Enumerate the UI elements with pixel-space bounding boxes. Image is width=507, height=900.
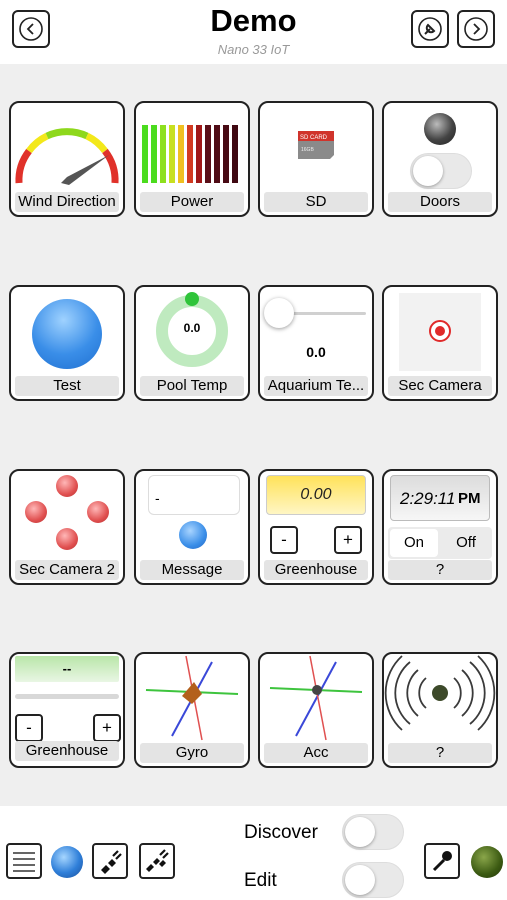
on-off-segment: On Off bbox=[388, 527, 492, 559]
tile-label: Sec Camera 2 bbox=[15, 560, 119, 580]
status-led-icon bbox=[471, 846, 503, 878]
tile-sec-camera-2[interactable]: Sec Camera 2 bbox=[9, 469, 125, 585]
header-bar: Demo Nano 33 IoT bbox=[0, 0, 507, 64]
aquarium-value: 0.0 bbox=[306, 344, 326, 360]
clock-ampm: PM bbox=[458, 490, 481, 507]
tile-doors[interactable]: Doors bbox=[382, 101, 498, 217]
tile-label: Pool Temp bbox=[140, 376, 244, 396]
dpad-up-button[interactable] bbox=[56, 475, 78, 497]
on-segment[interactable]: On bbox=[390, 529, 438, 557]
tile-label: SD bbox=[264, 192, 368, 212]
range-track[interactable] bbox=[15, 694, 119, 699]
increment-button[interactable]: + bbox=[334, 526, 362, 554]
unplug-icon bbox=[146, 849, 169, 872]
sd-card-icon: SD CARD 16GB bbox=[298, 131, 334, 159]
tile-acc[interactable]: Acc bbox=[258, 652, 374, 768]
edit-label: Edit bbox=[244, 870, 277, 891]
tile-label: ? bbox=[388, 560, 492, 580]
tile-sound[interactable]: ? bbox=[382, 652, 498, 768]
tile-label: Acc bbox=[264, 743, 368, 763]
menu-icon bbox=[13, 852, 35, 872]
chevron-right-icon bbox=[464, 17, 488, 41]
tile-label: ? bbox=[388, 743, 492, 763]
tile-label: Sec Camera bbox=[388, 376, 492, 396]
gauge-icon bbox=[15, 128, 119, 185]
tile-label: Greenhouse bbox=[264, 560, 368, 580]
speaker-waves-icon bbox=[384, 655, 496, 731]
tile-pool-temp[interactable]: 0.0 Pool Temp bbox=[134, 285, 250, 401]
clock-time: 2:29:11 bbox=[400, 489, 456, 508]
svg-text:16GB: 16GB bbox=[301, 147, 314, 153]
tile-label: Message bbox=[140, 560, 244, 580]
menu-button[interactable] bbox=[6, 843, 42, 879]
tile-test[interactable]: Test bbox=[9, 285, 125, 401]
tile-sd[interactable]: SD CARD 16GB SD bbox=[258, 101, 374, 217]
led-ball-icon bbox=[179, 521, 207, 549]
tile-gyro[interactable]: Gyro bbox=[134, 652, 250, 768]
tile-wind-direction[interactable]: Wind Direction bbox=[9, 101, 125, 217]
footer-toolbar: Discover Edit bbox=[0, 806, 507, 900]
tile-greenhouse[interactable]: 0.00 - + Greenhouse bbox=[258, 469, 374, 585]
microphone-button[interactable] bbox=[424, 843, 460, 879]
message-text: - bbox=[148, 475, 240, 515]
tile-sec-camera[interactable]: Sec Camera bbox=[382, 285, 498, 401]
gyro-axes-icon bbox=[145, 655, 239, 741]
edit-switch[interactable] bbox=[342, 862, 404, 898]
decrement-button[interactable]: - bbox=[270, 526, 298, 554]
svg-text:SD CARD: SD CARD bbox=[300, 135, 328, 141]
slider-thumb[interactable] bbox=[264, 298, 294, 328]
tile-clock[interactable]: 2:29:11 PM On Off ? bbox=[382, 469, 498, 585]
doors-switch[interactable] bbox=[410, 153, 472, 189]
tile-label: Greenhouse bbox=[15, 741, 119, 761]
acc-axes-icon bbox=[269, 655, 363, 741]
wrench-icon bbox=[418, 17, 442, 41]
forward-button[interactable] bbox=[457, 10, 495, 48]
tile-aquarium[interactable]: 0.0 Aquarium Te... bbox=[258, 285, 374, 401]
tile-label: Wind Direction bbox=[15, 192, 119, 212]
settings-button[interactable] bbox=[411, 10, 449, 48]
connect-button[interactable] bbox=[92, 843, 128, 879]
dpad-down-button[interactable] bbox=[56, 528, 78, 550]
dpad-right-button[interactable] bbox=[87, 501, 109, 523]
tile-label: Aquarium Te... bbox=[264, 376, 368, 396]
record-icon[interactable] bbox=[428, 319, 452, 343]
plug-icon bbox=[101, 850, 122, 874]
discover-switch[interactable] bbox=[342, 814, 404, 850]
clock-display: 2:29:11 PM bbox=[390, 475, 490, 521]
decrement-button[interactable]: - bbox=[15, 714, 43, 742]
discover-label: Discover bbox=[244, 822, 318, 843]
tile-label: Test bbox=[15, 376, 119, 396]
microphone-icon bbox=[432, 851, 452, 872]
tile-greenhouse-2[interactable]: -- - + Greenhouse bbox=[9, 652, 125, 768]
tile-message[interactable]: - Message bbox=[134, 469, 250, 585]
off-segment[interactable]: Off bbox=[442, 529, 490, 557]
dpad-left-button[interactable] bbox=[25, 501, 47, 523]
connection-led-icon bbox=[51, 846, 83, 878]
increment-button[interactable]: + bbox=[93, 714, 121, 742]
status-led-icon bbox=[424, 113, 456, 145]
greenhouse-display: 0.00 bbox=[266, 475, 366, 515]
disconnect-button[interactable] bbox=[139, 843, 175, 879]
led-ball-icon bbox=[32, 299, 102, 369]
bar-meter-icon bbox=[142, 125, 238, 183]
tile-power[interactable]: Power bbox=[134, 101, 250, 217]
pool-temp-value: 0.0 bbox=[183, 321, 201, 335]
tile-label: Gyro bbox=[140, 743, 244, 763]
tile-label: Power bbox=[140, 192, 244, 212]
greenhouse-2-display: -- bbox=[15, 656, 119, 682]
tile-label: Doors bbox=[388, 192, 492, 212]
